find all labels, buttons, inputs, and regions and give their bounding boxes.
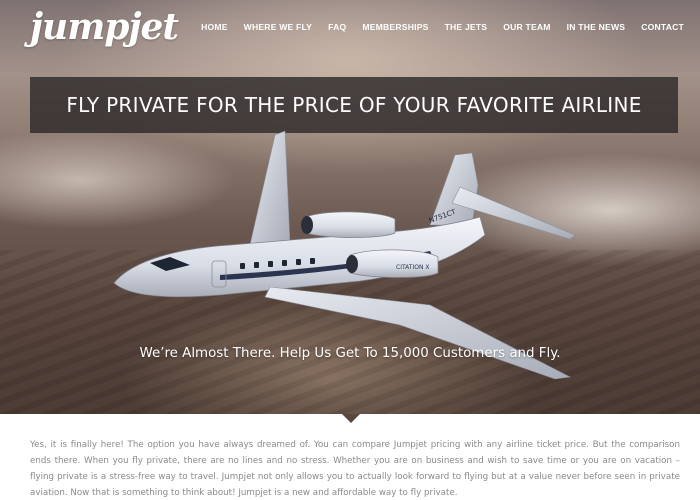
nav-faq[interactable]: FAQ (320, 22, 354, 32)
jet-model-label: CITATION X (396, 264, 429, 271)
main-navigation: HOME WHERE WE FLY FAQ MEMBERSHIPS THE JE… (193, 22, 692, 32)
jumpjet-logo[interactable]: jumpjet (30, 6, 179, 48)
intro-paragraph: Yes, it is finally here! The option you … (30, 440, 680, 498)
nav-where-we-fly[interactable]: WHERE WE FLY (236, 22, 320, 32)
nav-contact[interactable]: CONTACT (633, 22, 692, 32)
caret-down-icon (342, 414, 360, 423)
nav-our-team[interactable]: OUR TEAM (495, 22, 558, 32)
hero-section: jumpjet HOME WHERE WE FLY FAQ MEMBERSHIP… (0, 0, 700, 414)
nav-home[interactable]: HOME (193, 22, 236, 32)
hero-headline: FLY PRIVATE FOR THE PRICE OF YOUR FAVORI… (66, 93, 642, 117)
nav-the-jets[interactable]: THE JETS (437, 22, 496, 32)
nav-in-the-news[interactable]: IN THE NEWS (559, 22, 634, 32)
nav-memberships[interactable]: MEMBERSHIPS (354, 22, 436, 32)
hero-subheadline: We’re Almost There. Help Us Get To 15,00… (139, 346, 561, 361)
